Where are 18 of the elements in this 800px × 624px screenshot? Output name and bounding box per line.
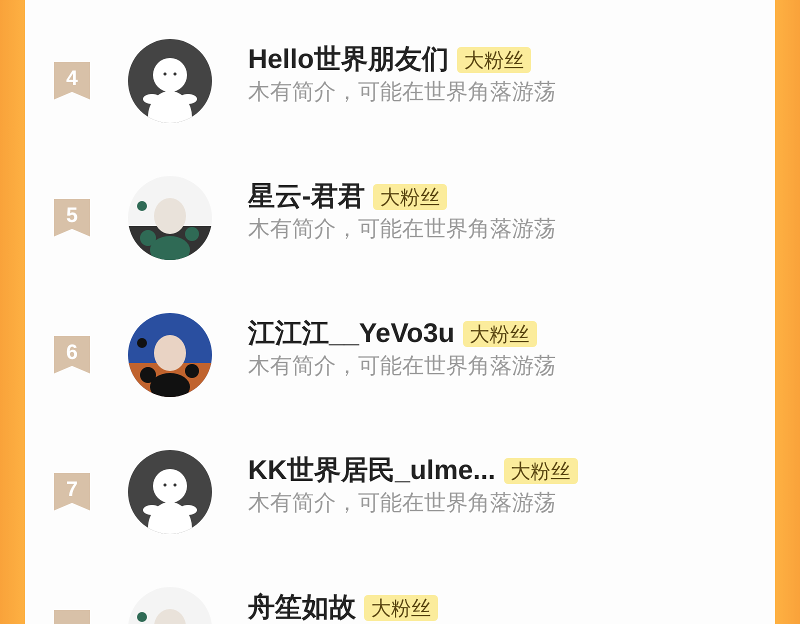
fan-level-tag: 大粉丝 bbox=[457, 46, 532, 72]
fan-level-tag: 大粉丝 bbox=[462, 320, 537, 346]
user-name[interactable]: 星云-君君 bbox=[248, 183, 365, 210]
user-name[interactable]: 舟笙如故 bbox=[248, 594, 356, 621]
user-name[interactable]: Hello世界朋友们 bbox=[248, 46, 450, 73]
fan-level-tag: 大粉丝 bbox=[364, 594, 438, 620]
rank-badge: 4 bbox=[54, 62, 90, 100]
fan-level-tag: 大粉丝 bbox=[504, 458, 578, 484]
user-bio: 木有简介，可能在世界角落游荡 bbox=[248, 492, 557, 516]
user-name[interactable]: 江江江__YeVo3u bbox=[248, 320, 455, 347]
user-bio: 木有简介，可能在世界角落游荡 bbox=[248, 218, 556, 242]
user-bio: 木有简介，可能在世界角落游荡 bbox=[248, 355, 556, 380]
fan-level-tag: 大粉丝 bbox=[373, 184, 447, 210]
rank-badge: 7 bbox=[54, 472, 90, 510]
rank-badge: 6 bbox=[54, 336, 90, 374]
user-name[interactable]: KK世界居民_ulme... bbox=[248, 457, 496, 484]
rank-badge: 5 bbox=[54, 198, 90, 236]
user-bio: 木有简介，可能在世界角落游荡 bbox=[248, 81, 556, 106]
